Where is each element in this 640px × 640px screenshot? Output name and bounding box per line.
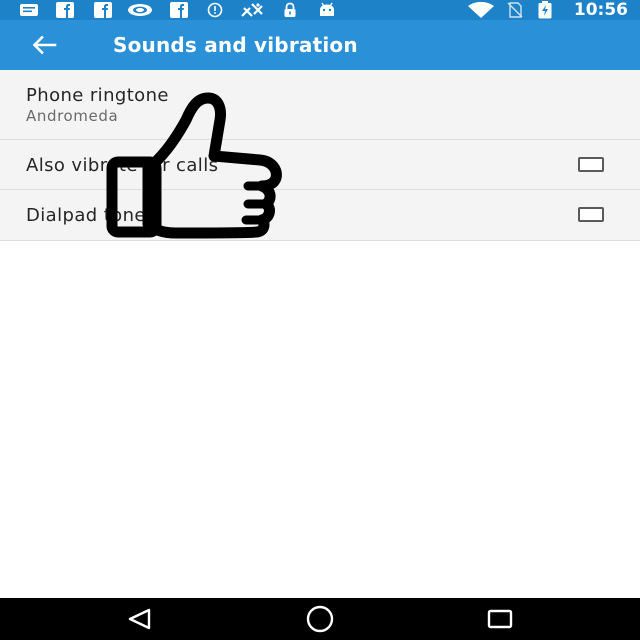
- ringtone-summary: Andromeda: [26, 107, 119, 125]
- vibrate-title: Also vibrate for calls: [26, 155, 219, 176]
- status-time: 10:56: [573, 0, 628, 20]
- back-triangle-icon[interactable]: [127, 608, 153, 630]
- android-icon: [316, 2, 338, 18]
- setting-phone-ringtone[interactable]: Phone ringtone Andromeda: [0, 70, 640, 140]
- nav-back-button[interactable]: [110, 598, 170, 640]
- dialpad-title: Dialpad tones: [26, 205, 156, 226]
- ringtone-title: Phone ringtone: [26, 85, 169, 106]
- no-sim-icon: [505, 2, 525, 18]
- vibrate-checkbox[interactable]: [578, 157, 604, 172]
- dialpad-checkbox[interactable]: [578, 207, 604, 222]
- recents-square-icon[interactable]: [487, 608, 513, 630]
- nav-home-button[interactable]: [290, 598, 350, 640]
- status-bar: 10:56: [0, 0, 640, 20]
- facebook-icon: [92, 2, 114, 18]
- eye-icon: [126, 2, 154, 18]
- setting-dialpad-tones[interactable]: Dialpad tones: [0, 190, 640, 241]
- wifi-icon: [466, 2, 496, 18]
- page-title: Sounds and vibration: [113, 33, 358, 57]
- setting-vibrate-for-calls[interactable]: Also vibrate for calls: [0, 140, 640, 190]
- notes-icon: [18, 2, 40, 18]
- back-button[interactable]: [22, 25, 66, 65]
- settings-list: Phone ringtone Andromeda Also vibrate fo…: [0, 70, 640, 598]
- back-arrow-icon[interactable]: [31, 35, 57, 55]
- info-icon: [205, 2, 225, 18]
- nav-recents-button[interactable]: [470, 598, 530, 640]
- battery-charging-icon: [537, 1, 553, 19]
- lock-icon: [280, 2, 300, 18]
- navigation-bar: [0, 598, 640, 640]
- app-bar: Sounds and vibration: [0, 20, 640, 70]
- no-signal-icon: [238, 2, 266, 18]
- facebook-icon: [54, 2, 76, 18]
- facebook-icon: [168, 2, 190, 18]
- home-circle-icon[interactable]: [305, 604, 335, 634]
